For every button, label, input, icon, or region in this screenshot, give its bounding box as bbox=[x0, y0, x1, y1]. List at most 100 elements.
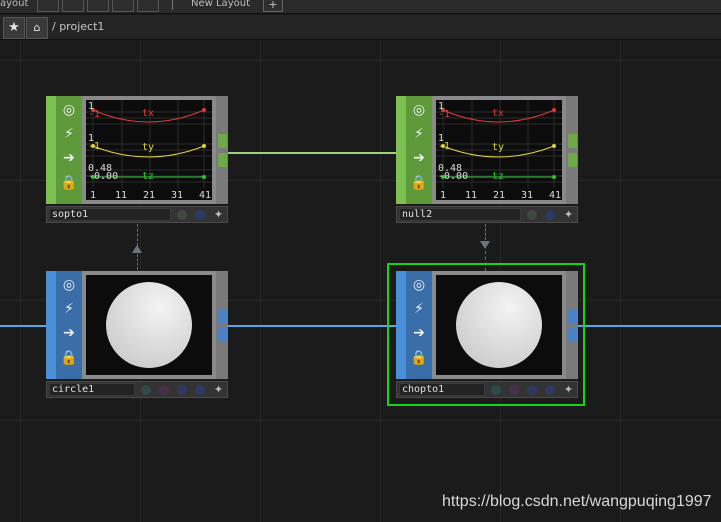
status-icon[interactable] bbox=[141, 385, 151, 395]
node-control-strip: ◎ ⚡ ➔ 🔒 bbox=[396, 96, 432, 204]
output-connector[interactable] bbox=[568, 309, 577, 323]
output-connector[interactable] bbox=[568, 328, 577, 342]
status-icon[interactable] bbox=[509, 385, 519, 395]
output-connector[interactable] bbox=[568, 153, 577, 167]
channel-min-label: -1 bbox=[88, 109, 100, 120]
watermark-text: https://blog.csdn.net/wangpuqing1997 bbox=[442, 493, 712, 510]
sphere-preview bbox=[106, 282, 192, 368]
layout-preset-4-button[interactable] bbox=[112, 0, 134, 12]
node-viewer[interactable]: 1 -1 1 -1 0.48 -0.00 tx ty tz 1 11 21 31… bbox=[82, 96, 216, 204]
status-icon[interactable] bbox=[545, 210, 555, 220]
export-link bbox=[137, 224, 138, 246]
arrow-right-icon[interactable]: ➔ bbox=[59, 148, 79, 168]
sop-wire bbox=[228, 152, 396, 154]
export-link bbox=[137, 254, 138, 270]
node-name[interactable]: sopto1 bbox=[49, 208, 171, 221]
x-tick-label: 11 bbox=[465, 190, 477, 200]
layout-toolbar: ayout New Layout + bbox=[0, 0, 721, 14]
output-connector[interactable] bbox=[218, 309, 227, 323]
channel-graph: 1 -1 1 -1 0.48 -0.00 tx ty tz 1 11 21 31… bbox=[86, 100, 212, 200]
path-bar: ★ ⌂ / project1 bbox=[0, 15, 721, 40]
breadcrumb[interactable]: / project1 bbox=[52, 20, 104, 33]
add-layout-button[interactable]: + bbox=[263, 0, 283, 12]
x-tick-label: 41 bbox=[199, 190, 211, 200]
lock-icon[interactable]: 🔒 bbox=[59, 173, 79, 193]
operator-node[interactable]: ◎ ⚡ ➔ 🔒 1 -1 1 -1 0.48 -0.00 tx ty tz 1 … bbox=[396, 96, 578, 226]
chop-wire-in bbox=[0, 325, 46, 327]
bypass-icon[interactable]: ⚡ bbox=[59, 299, 79, 319]
node-control-strip: ◎ ⚡ ➔ 🔒 bbox=[46, 96, 82, 204]
status-icon[interactable] bbox=[527, 385, 537, 395]
status-icon[interactable] bbox=[195, 385, 205, 395]
channel-name-label: tz bbox=[492, 171, 504, 182]
channel-min-label: -0.00 bbox=[88, 171, 118, 182]
channel-name-label: tz bbox=[142, 171, 154, 182]
layout-preset-2-button[interactable] bbox=[62, 0, 84, 12]
x-tick-label: 31 bbox=[521, 190, 533, 200]
toolbar-divider bbox=[172, 0, 173, 10]
viewer-toggle-icon[interactable]: ◎ bbox=[409, 275, 429, 295]
star-icon[interactable]: ★ bbox=[3, 17, 25, 39]
chop-wire-out bbox=[578, 325, 721, 327]
status-icon[interactable] bbox=[177, 210, 187, 220]
node-name[interactable]: circle1 bbox=[49, 383, 135, 396]
output-connector[interactable] bbox=[218, 153, 227, 167]
node-name[interactable]: chopto1 bbox=[399, 383, 485, 396]
output-connector[interactable] bbox=[218, 328, 227, 342]
export-link bbox=[485, 224, 486, 240]
bypass-icon[interactable]: ⚡ bbox=[409, 124, 429, 144]
lock-icon[interactable]: 🔒 bbox=[59, 348, 79, 368]
home-icon[interactable]: ⌂ bbox=[26, 17, 48, 39]
node-viewer[interactable] bbox=[432, 271, 566, 379]
node-control-strip: ◎ ⚡ ➔ 🔒 bbox=[46, 271, 82, 379]
channel-name-label: tx bbox=[492, 108, 504, 119]
status-icon[interactable] bbox=[159, 385, 169, 395]
status-icon[interactable] bbox=[491, 385, 501, 395]
operator-node[interactable]: ◎ ⚡ ➔ 🔒 1 -1 1 -1 0.48 -0.00 tx ty tz 1 … bbox=[46, 96, 228, 226]
x-tick-label: 21 bbox=[493, 190, 505, 200]
channel-name-label: ty bbox=[142, 142, 154, 153]
x-tick-label: 31 bbox=[171, 190, 183, 200]
operator-node[interactable]: ◎ ⚡ ➔ 🔒 circle1 ✦ bbox=[46, 271, 228, 401]
sphere-preview bbox=[456, 282, 542, 368]
layout-preset-5-button[interactable] bbox=[137, 0, 159, 12]
wrench-icon[interactable]: ✦ bbox=[212, 383, 225, 396]
channel-min-label: -1 bbox=[88, 141, 100, 152]
status-icon[interactable] bbox=[177, 385, 187, 395]
status-icon[interactable] bbox=[195, 210, 205, 220]
x-tick-label: 21 bbox=[143, 190, 155, 200]
channel-name-label: tx bbox=[142, 108, 154, 119]
arrow-right-icon[interactable]: ➔ bbox=[59, 323, 79, 343]
lock-icon[interactable]: 🔒 bbox=[409, 348, 429, 368]
bypass-icon[interactable]: ⚡ bbox=[59, 124, 79, 144]
viewer-toggle-icon[interactable]: ◎ bbox=[59, 100, 79, 120]
channel-min-label: -0.00 bbox=[438, 171, 468, 182]
operator-node[interactable]: ◎ ⚡ ➔ 🔒 chopto1 ✦ bbox=[396, 271, 578, 401]
node-viewer[interactable] bbox=[82, 271, 216, 379]
viewer-toggle-icon[interactable]: ◎ bbox=[409, 100, 429, 120]
channel-graph: 1 -1 1 -1 0.48 -0.00 tx ty tz 1 11 21 31… bbox=[436, 100, 562, 200]
wrench-icon[interactable]: ✦ bbox=[562, 208, 575, 221]
node-control-strip: ◎ ⚡ ➔ 🔒 bbox=[396, 271, 432, 379]
wrench-icon[interactable]: ✦ bbox=[562, 383, 575, 396]
lock-icon[interactable]: 🔒 bbox=[409, 173, 429, 193]
output-connector[interactable] bbox=[218, 134, 227, 148]
channel-name-label: ty bbox=[492, 142, 504, 153]
layout-preset-3-button[interactable] bbox=[87, 0, 109, 12]
node-name[interactable]: null2 bbox=[399, 208, 521, 221]
wrench-icon[interactable]: ✦ bbox=[212, 208, 225, 221]
new-layout-label[interactable]: New Layout bbox=[191, 0, 250, 9]
arrow-right-icon[interactable]: ➔ bbox=[409, 148, 429, 168]
status-icon[interactable] bbox=[545, 385, 555, 395]
export-arrow-icon bbox=[132, 245, 142, 253]
x-tick-label: 11 bbox=[115, 190, 127, 200]
arrow-right-icon[interactable]: ➔ bbox=[409, 323, 429, 343]
layout-label: ayout bbox=[0, 0, 29, 9]
x-tick-label: 1 bbox=[90, 190, 96, 200]
layout-preset-1-button[interactable] bbox=[37, 0, 59, 12]
status-icon[interactable] bbox=[527, 210, 537, 220]
bypass-icon[interactable]: ⚡ bbox=[409, 299, 429, 319]
output-connector[interactable] bbox=[568, 134, 577, 148]
node-viewer[interactable]: 1 -1 1 -1 0.48 -0.00 tx ty tz 1 11 21 31… bbox=[432, 96, 566, 204]
viewer-toggle-icon[interactable]: ◎ bbox=[59, 275, 79, 295]
